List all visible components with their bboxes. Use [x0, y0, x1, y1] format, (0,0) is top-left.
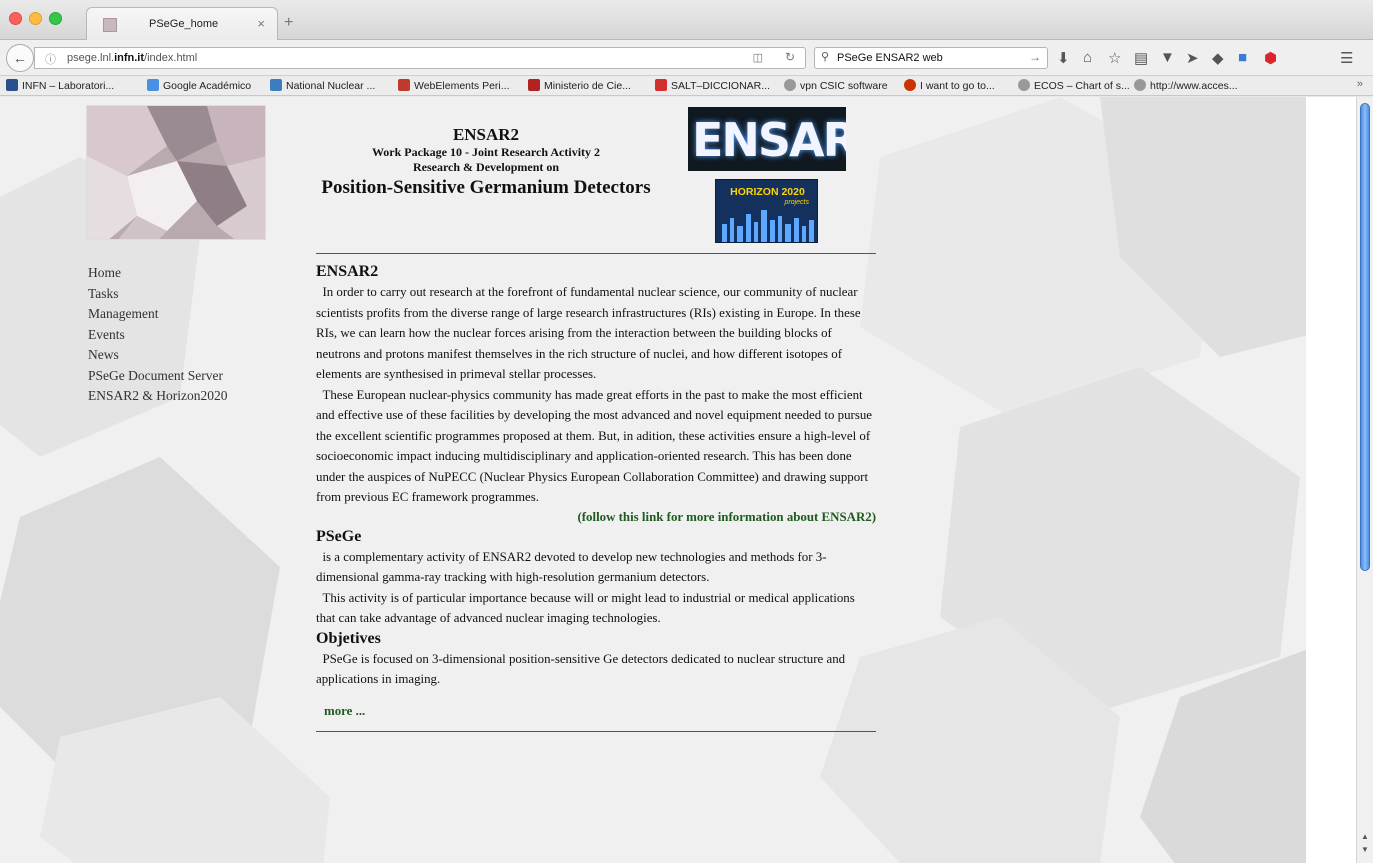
bookmarks-toolbar: INFN – Laboratori... Google Académico Na…	[0, 76, 1373, 96]
page-viewport: ENSAR2 Work Package 10 - Joint Research …	[0, 97, 1356, 863]
bookmark-item[interactable]: Google Académico	[147, 79, 251, 92]
home-icon[interactable]: ⌂	[1083, 49, 1092, 66]
pocket-icon[interactable]: ▼	[1160, 49, 1175, 66]
navigation-toolbar: ← ⓘ psege.lnl.infn.it/index.html ◫ ↻ ⚲ P…	[0, 40, 1373, 76]
ensar2-info-link[interactable]: (follow this link for more information a…	[316, 508, 876, 527]
section-title-ensar2: ENSAR2	[316, 263, 379, 280]
bookmark-icon	[6, 79, 18, 91]
ensar2-logo[interactable]: ENSAR2	[688, 107, 846, 171]
bookmark-icon	[270, 79, 282, 91]
bookmark-item[interactable]: SALT–DICCIONAR...	[655, 79, 770, 92]
psege-paragraph-2: This activity is of particular importanc…	[316, 590, 858, 626]
url-text: psege.lnl.infn.it/index.html	[67, 52, 198, 64]
scrollbar-thumb[interactable]	[1360, 103, 1370, 571]
objetives-paragraph: PSeGe is focused on 3-dimensional positi…	[316, 651, 849, 687]
menu-icon[interactable]: ☰	[1340, 49, 1353, 67]
search-input[interactable]: PSeGe ENSAR2 web	[837, 52, 943, 64]
new-tab-button[interactable]: +	[284, 14, 293, 32]
send-icon[interactable]: ➤	[1186, 49, 1199, 67]
bookmark-item[interactable]: National Nuclear ...	[270, 79, 375, 92]
section-title-psege: PSeGe	[316, 527, 362, 545]
bookmark-item[interactable]: ECOS – Chart of s...	[1018, 79, 1130, 92]
header-subtitle-2: Research & Development on	[412, 160, 560, 174]
side-navigation: Home Tasks Management Events News PSeGe …	[88, 263, 228, 407]
section-title-objetives: Objetives	[316, 629, 381, 647]
scroll-down-arrow-icon[interactable]: ▼	[1361, 845, 1369, 854]
nav-management[interactable]: Management	[88, 304, 228, 325]
bookmark-icon	[655, 79, 667, 91]
detector-array-image	[86, 105, 266, 240]
search-bar[interactable]: ⚲ PSeGe ENSAR2 web →	[814, 47, 1048, 69]
ensar2-paragraph-1: In order to carry out research at the fo…	[316, 285, 864, 381]
reload-icon[interactable]: ↻	[785, 50, 795, 64]
vertical-scrollbar[interactable]: ▲ ▼	[1356, 97, 1373, 863]
page-header: ENSAR2 Work Package 10 - Joint Research …	[316, 125, 656, 199]
nav-tasks[interactable]: Tasks	[88, 284, 228, 305]
main-content: ENSAR2 In order to carry out research at…	[316, 253, 876, 732]
extension-icon[interactable]: ◆	[1212, 49, 1224, 67]
nav-home[interactable]: Home	[88, 263, 228, 284]
browser-tab[interactable]: PSeGe_home ×	[86, 7, 278, 40]
search-go-icon[interactable]: →	[1029, 50, 1041, 64]
bookmark-icon	[904, 79, 916, 91]
globe-icon	[1018, 79, 1030, 91]
bookmark-icon	[147, 79, 159, 91]
more-link[interactable]: more ...	[324, 704, 876, 719]
bookmark-item[interactable]: vpn CSIC software	[784, 79, 888, 92]
bookmark-item[interactable]: I want to go to...	[904, 79, 995, 92]
url-bar[interactable]: ⓘ psege.lnl.infn.it/index.html ◫ ↻	[34, 47, 806, 69]
globe-icon	[784, 79, 796, 91]
ensar2-paragraph-2: These European nuclear-physics community…	[316, 387, 876, 505]
nav-document-server[interactable]: PSeGe Document Server	[88, 366, 228, 387]
top-divider	[316, 253, 876, 254]
tab-close-icon[interactable]: ×	[257, 16, 265, 31]
search-icon: ⚲	[821, 51, 830, 63]
adblock-icon[interactable]: ⬢	[1264, 49, 1277, 67]
minimize-window-button[interactable]	[29, 12, 42, 25]
tab-title: PSeGe_home	[149, 18, 219, 30]
download-icon[interactable]: ⬇	[1057, 49, 1070, 67]
bookmarks-menu-icon[interactable]: ▤	[1134, 49, 1148, 67]
bookmark-item[interactable]: http://www.acces...	[1134, 79, 1238, 92]
header-title: ENSAR2	[452, 125, 520, 144]
google-icon[interactable]: ■	[1238, 49, 1247, 66]
close-window-button[interactable]	[9, 12, 22, 25]
bookmarks-overflow-icon[interactable]: »	[1357, 78, 1363, 90]
scroll-up-arrow-icon[interactable]: ▲	[1361, 832, 1369, 841]
browser-titlebar: PSeGe_home × +	[0, 0, 1373, 40]
info-icon[interactable]: ⓘ	[45, 51, 56, 67]
bookmark-icon	[528, 79, 540, 91]
globe-icon	[1134, 79, 1146, 91]
back-button[interactable]: ←	[6, 44, 34, 72]
nav-news[interactable]: News	[88, 345, 228, 366]
header-subtitle: Work Package 10 - Joint Research Activit…	[371, 145, 601, 159]
bookmark-item[interactable]: INFN – Laboratori...	[6, 79, 114, 92]
header-main-title: Position-Sensitive Germanium Detectors	[321, 177, 651, 198]
bookmark-item[interactable]: WebElements Peri...	[398, 79, 510, 92]
bookmark-star-icon[interactable]: ☆	[1108, 49, 1121, 67]
skyline-icon	[722, 210, 814, 242]
nav-events[interactable]: Events	[88, 325, 228, 346]
nav-ensar2-horizon2020[interactable]: ENSAR2 & Horizon2020	[88, 386, 228, 407]
ensar-logo-text: ENSAR	[692, 113, 846, 167]
psege-paragraph-1: is a complementary activity of ENSAR2 de…	[316, 549, 827, 585]
zoom-window-button[interactable]	[49, 12, 62, 25]
bookmark-item[interactable]: Ministerio de Cie...	[528, 79, 631, 92]
horizon2020-logo[interactable]: HORIZON 2020 projects	[715, 179, 818, 243]
bookmark-icon	[398, 79, 410, 91]
reader-view-icon[interactable]: ◫	[753, 51, 763, 64]
bottom-divider	[316, 730, 876, 732]
favicon-icon	[103, 18, 117, 32]
